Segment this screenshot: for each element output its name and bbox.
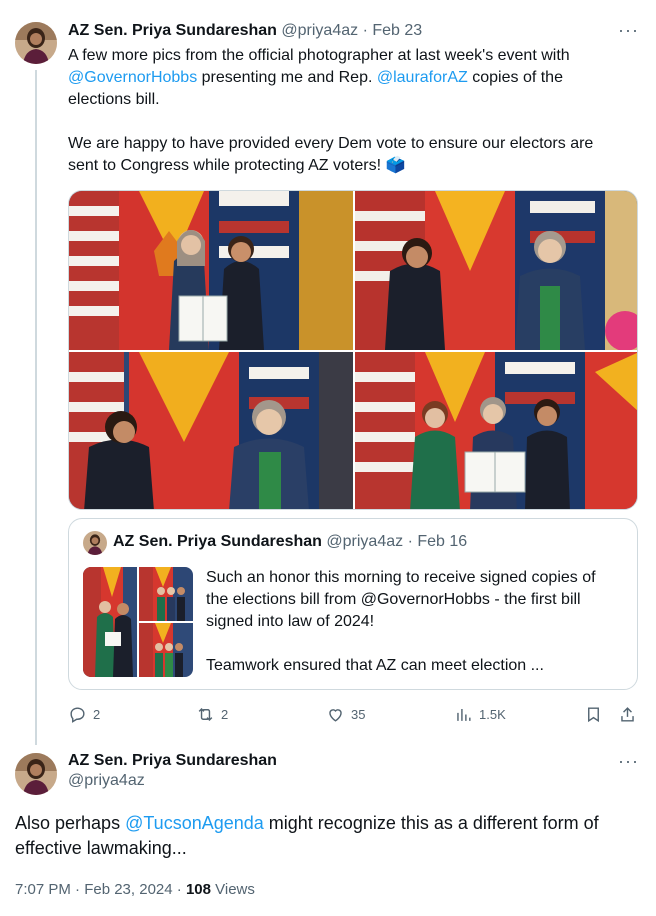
reply-text-line2: effective lawmaking...	[15, 838, 187, 858]
tweet-text-line2: @GovernorHobbs presenting me and Rep. @l…	[68, 67, 638, 89]
tweet-text-segment: presenting me and Rep.	[197, 69, 377, 86]
tweet-text-para2-line1: We are happy to have provided every Dem …	[68, 135, 594, 152]
quoted-text-line3: signed into law of 2024!	[206, 613, 375, 630]
photo-3-image	[69, 352, 353, 509]
thread-connector-line	[35, 70, 37, 745]
header-separator: ·	[358, 22, 373, 39]
tweet-date[interactable]: Feb 23	[372, 22, 422, 39]
quoted-tweet-card[interactable]: AZ Sen. Priya Sundareshan @priya4az · Fe…	[68, 518, 638, 690]
tweet-text-line3: elections bill.	[68, 91, 160, 108]
heart-icon	[329, 709, 342, 722]
bookmark-button[interactable]	[584, 705, 603, 724]
tweet-text-segment: sent to Congress while protecting AZ vot…	[68, 157, 386, 174]
reply-button[interactable]: 2	[68, 705, 100, 724]
author-name[interactable]: AZ Sen. Priya Sundareshan	[68, 22, 277, 39]
tweet-text-segment: copies of the	[467, 69, 563, 86]
photo-1-image	[69, 191, 353, 350]
reply-views-label: Views	[210, 881, 255, 898]
photo-4-image	[355, 352, 637, 509]
header-separator: ·	[403, 533, 418, 550]
reply-author-avatar[interactable]	[15, 753, 57, 795]
quoted-tweet-date: Feb 16	[417, 533, 468, 550]
reply-views-count: 108	[185, 881, 211, 898]
meta-separator: ·	[172, 881, 186, 898]
author-handle[interactable]: @priya4az	[281, 22, 358, 39]
quoted-author-handle: @priya4az	[326, 533, 404, 550]
view-count: 1.5K	[479, 707, 506, 722]
bookmark-icon	[588, 707, 599, 723]
like-count: 35	[351, 707, 366, 722]
quoted-author-avatar[interactable]	[83, 531, 107, 555]
reply-count: 2	[93, 707, 101, 722]
quoted-tweet-text: Such an honor this morning to receive si…	[206, 567, 626, 677]
photo-3[interactable]	[69, 352, 353, 509]
reply-text-segment: might recognize this as a different form…	[263, 813, 599, 833]
tweet-text-line1: A few more pics from the official photog…	[68, 47, 570, 64]
photo-2[interactable]	[355, 191, 637, 350]
quoted-tweet-header: AZ Sen. Priya Sundareshan @priya4az · Fe…	[113, 533, 467, 551]
mention-governorhobbs[interactable]: @GovernorHobbs	[68, 69, 197, 86]
avatar-image	[15, 753, 57, 795]
reply-meta: 7:07 PM · Feb 23, 2024 · 108 Views	[15, 881, 255, 898]
share-icon	[621, 707, 634, 722]
quoted-text-line2: the elections bill from @GovernorHobbs -…	[206, 591, 581, 608]
mention-lauraforaz[interactable]: @lauraforAZ	[377, 69, 468, 86]
quoted-text-line1: Such an honor this morning to receive si…	[206, 569, 596, 586]
photo-1[interactable]	[69, 191, 353, 350]
tweet-text: A few more pics from the official photog…	[68, 45, 638, 177]
reply-timestamp[interactable]: 7:07 PM · Feb 23, 2024	[15, 881, 173, 898]
mention-tucsonagenda[interactable]: @TucsonAgenda	[125, 813, 264, 833]
share-button[interactable]	[618, 705, 637, 724]
reply-author-block: AZ Sen. Priya Sundareshan @priya4az	[68, 752, 277, 790]
reply-author-name[interactable]: AZ Sen. Priya Sundareshan	[68, 752, 277, 770]
more-dots-icon[interactable]: ···	[618, 20, 639, 41]
quoted-author-name: AZ Sen. Priya Sundareshan	[113, 533, 322, 550]
repost-count: 2	[221, 707, 229, 722]
reply-icon	[70, 707, 85, 723]
photo-grid	[68, 190, 638, 510]
repost-icon	[198, 707, 213, 722]
analytics-icon	[457, 708, 471, 721]
reply-text-segment: Also perhaps	[15, 813, 126, 833]
photo-4[interactable]	[355, 352, 637, 509]
photo-2-image	[355, 191, 637, 350]
author-avatar[interactable]	[15, 22, 57, 64]
avatar-image	[15, 22, 57, 64]
like-button[interactable]: 35	[326, 705, 365, 724]
quoted-text-line4: Teamwork ensured that AZ can meet electi…	[206, 657, 544, 674]
tweet-header: AZ Sen. Priya Sundareshan @priya4az · Fe…	[68, 22, 422, 40]
quoted-media-image	[83, 567, 193, 677]
views-button[interactable]: 1.5K	[454, 705, 506, 724]
quoted-media-grid	[83, 567, 193, 677]
tweet-text-para2-line2: sent to Congress while protecting AZ vot…	[68, 155, 638, 177]
reply-text: Also perhaps @TucsonAgenda might recogni…	[15, 811, 645, 861]
reply-more-dots-icon[interactable]: ···	[618, 751, 639, 772]
reply-text-line1: Also perhaps @TucsonAgenda might recogni…	[15, 811, 645, 836]
repost-button[interactable]: 2	[196, 705, 228, 724]
ballot-box-emoji: 🗳️	[385, 157, 406, 174]
quoted-avatar-image	[83, 531, 107, 555]
reply-author-handle[interactable]: @priya4az	[68, 772, 277, 790]
